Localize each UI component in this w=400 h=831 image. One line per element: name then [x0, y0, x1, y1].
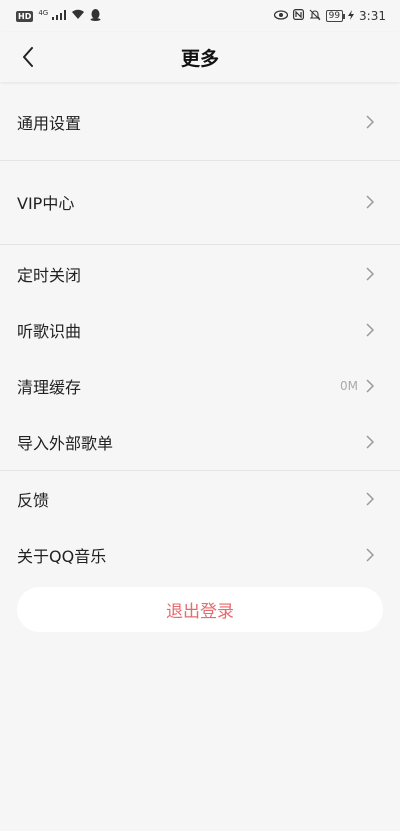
menu-item-label: 清理缓存	[17, 378, 82, 397]
menu-item-song-recognition[interactable]: 听歌识曲	[0, 302, 400, 358]
cache-size-value: 0M	[340, 379, 358, 393]
nfc-icon	[292, 9, 304, 23]
menu-item-import-playlist[interactable]: 导入外部歌单	[0, 414, 400, 470]
menu-item-label: VIP中心	[17, 194, 75, 213]
menu-item-label: 通用设置	[17, 114, 82, 133]
signal-icon: 4G	[38, 9, 67, 23]
battery-indicator: 99	[325, 10, 346, 22]
chevron-right-icon	[366, 548, 376, 562]
chevron-right-icon	[366, 492, 376, 506]
chevron-right-icon	[366, 115, 376, 129]
clock: 3:31	[359, 9, 386, 23]
menu-item-feedback[interactable]: 反馈	[0, 471, 400, 527]
status-bar: HD 4G 99 3:31	[0, 0, 400, 32]
menu-item-vip-center[interactable]: VIP中心	[0, 174, 400, 230]
menu-item-label: 听歌识曲	[17, 322, 82, 341]
network-type: 4G	[38, 9, 49, 17]
status-right: 99 3:31	[273, 9, 386, 24]
mute-bell-icon	[309, 9, 321, 24]
chevron-right-icon	[366, 323, 376, 337]
menu-item-label: 反馈	[17, 491, 50, 510]
eye-icon	[273, 9, 288, 23]
menu-item-label: 导入外部歌单	[17, 434, 114, 453]
logout-button[interactable]: 退出登录	[17, 587, 383, 632]
menu-item-label: 关于QQ音乐	[17, 547, 107, 566]
menu-top-spacer	[0, 82, 400, 94]
hd-badge: HD	[16, 10, 34, 22]
chevron-right-icon	[366, 435, 376, 449]
back-button[interactable]	[14, 40, 42, 74]
menu-item-about[interactable]: 关于QQ音乐	[0, 527, 400, 583]
chevron-right-icon	[366, 267, 376, 281]
wifi-icon	[71, 9, 85, 23]
menu-item-clear-cache[interactable]: 清理缓存 0M	[0, 358, 400, 414]
menu-list: 通用设置 VIP中心 定时关闭 听歌识曲 清理缓存 0M 导入外部歌单 反馈 关…	[0, 82, 400, 583]
chevron-right-icon	[366, 379, 376, 393]
page-title: 更多	[180, 47, 219, 70]
charging-icon	[348, 9, 355, 23]
menu-item-general-settings[interactable]: 通用设置	[0, 94, 400, 150]
header: 更多	[0, 32, 400, 82]
status-left: HD 4G	[16, 8, 101, 24]
qq-penguin-icon	[90, 8, 101, 24]
chevron-right-icon	[366, 195, 376, 209]
menu-item-sleep-timer[interactable]: 定时关闭	[0, 246, 400, 302]
menu-item-label: 定时关闭	[17, 266, 82, 285]
chevron-left-icon	[23, 47, 33, 67]
